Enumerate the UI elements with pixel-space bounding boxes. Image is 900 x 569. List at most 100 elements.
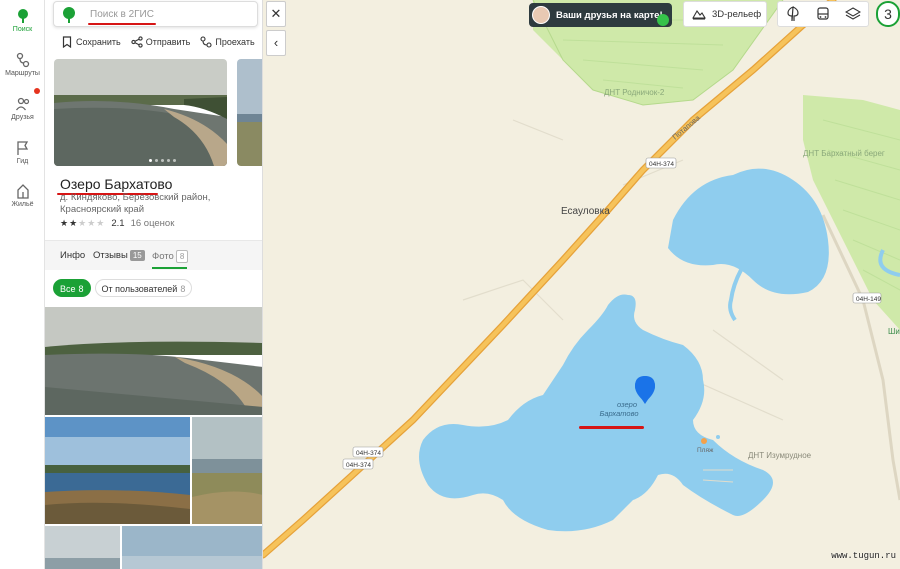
friends-icon bbox=[15, 97, 29, 111]
2gis-logo-icon bbox=[63, 7, 75, 23]
grid-photo-image bbox=[45, 526, 120, 569]
label-dnt-barhat: ДНТ Бархатный берег bbox=[803, 149, 885, 158]
grid-photo-image bbox=[45, 417, 190, 524]
label-shi: Ши bbox=[888, 327, 900, 336]
rail-search[interactable]: Поиск bbox=[0, 8, 45, 33]
chevron-left-icon: ‹ bbox=[273, 35, 279, 50]
label-lake-1: озеро bbox=[617, 400, 637, 409]
tree-layer-button[interactable] bbox=[782, 3, 804, 25]
label-road-04n149: 04Н-149 bbox=[856, 296, 881, 303]
photo-filter-chips: Все 8 От пользователей 8 bbox=[53, 279, 193, 297]
place-address: д. Киндяково, Берёзовский район, Красноя… bbox=[60, 192, 211, 215]
relief-3d-button[interactable]: 3D-рельеф bbox=[683, 1, 767, 27]
tree-icon bbox=[787, 6, 799, 22]
share-button[interactable]: Отправить bbox=[131, 36, 191, 48]
bookmark-icon bbox=[62, 36, 72, 48]
avatar bbox=[532, 6, 550, 24]
chip-all[interactable]: Все 8 bbox=[53, 279, 91, 297]
routes-icon bbox=[16, 52, 29, 68]
photo-grid-item[interactable] bbox=[122, 526, 262, 569]
share-icon bbox=[131, 36, 143, 48]
flag-icon bbox=[16, 141, 28, 155]
relief-label: 3D-рельеф bbox=[712, 8, 762, 20]
map-canvas[interactable]: ДНТ Родничок-2 ДНТ Бархатный берег Есаул… bbox=[263, 0, 900, 569]
photo-grid-item[interactable] bbox=[45, 526, 120, 569]
route-button[interactable]: Проехать bbox=[200, 36, 255, 48]
rating-row: ★★★★★ 2.1 16 оценок bbox=[60, 218, 174, 229]
left-rail: Поиск Маршруты Друзья Гид Жильё bbox=[0, 0, 45, 569]
save-button[interactable]: Сохранить bbox=[61, 36, 121, 48]
chip-all-label: Все bbox=[60, 284, 76, 294]
rail-routes-label: Маршруты bbox=[5, 70, 40, 77]
layers-button[interactable] bbox=[842, 3, 864, 25]
photo-next-image bbox=[237, 59, 262, 166]
rating-stars: ★★★★★ bbox=[60, 218, 106, 228]
photo-grid-item[interactable] bbox=[45, 417, 190, 524]
friends-banner[interactable]: Ваши друзья на карте! bbox=[529, 3, 672, 27]
chip-all-count: 8 bbox=[78, 284, 84, 294]
layers-icon bbox=[845, 7, 861, 20]
rail-friends[interactable]: Друзья bbox=[0, 96, 45, 121]
rail-search-label: Поиск bbox=[12, 26, 33, 33]
rating-value: 2.1 bbox=[111, 218, 125, 229]
tab-reviews-count: 15 bbox=[129, 250, 145, 261]
route-label: Проехать bbox=[215, 37, 255, 47]
tab-reviews[interactable]: Отзывы 15 bbox=[93, 250, 145, 261]
label-dnt-izumrud: ДНТ Изумрудное bbox=[748, 451, 812, 460]
action-bar: Сохранить Отправить Проехать bbox=[61, 36, 255, 48]
rail-housing[interactable]: Жильё bbox=[0, 183, 45, 208]
zoom-level-button[interactable]: 3 bbox=[876, 1, 900, 27]
rail-guide[interactable]: Гид bbox=[0, 140, 45, 165]
chip-users-count: 8 bbox=[180, 284, 186, 294]
home-icon bbox=[16, 184, 29, 199]
share-label: Отправить bbox=[145, 37, 191, 47]
grid-photo-image bbox=[122, 526, 262, 569]
tab-reviews-label: Отзывы bbox=[93, 250, 128, 261]
photo-grid-item[interactable] bbox=[192, 417, 262, 524]
place-photo-next[interactable] bbox=[237, 59, 262, 166]
chip-users-label: От пользователей bbox=[101, 284, 178, 294]
place-photo-main[interactable] bbox=[54, 59, 227, 166]
notification-dot bbox=[34, 88, 40, 94]
tab-bar: Инфо Отзывы 15 Фото 8 bbox=[45, 240, 262, 270]
label-road-04n374-c: 04Н-374 bbox=[346, 462, 371, 469]
map-base: ДНТ Родничок-2 ДНТ Бархатный берег Есаул… bbox=[263, 0, 900, 569]
collapse-panel-button[interactable]: ‹ bbox=[266, 30, 286, 56]
photo-pager-dots bbox=[149, 159, 176, 162]
lake-highlight-underline bbox=[579, 426, 644, 429]
label-lake-2: Бархатово bbox=[599, 409, 638, 418]
close-panel-button[interactable]: ✕ bbox=[266, 1, 286, 27]
bus-icon bbox=[817, 7, 829, 20]
label-dnt-rodnichok: ДНТ Родничок-2 bbox=[604, 88, 665, 97]
watermark: www.tugun.ru bbox=[831, 551, 896, 561]
active-tab-indicator bbox=[152, 267, 187, 269]
grid-photo-image bbox=[192, 417, 262, 524]
tab-photo-count: 8 bbox=[175, 250, 189, 263]
beach-marker bbox=[701, 438, 707, 444]
photo-grid-item[interactable] bbox=[45, 307, 262, 415]
label-road-04n374-b: 04Н-374 bbox=[356, 450, 381, 457]
place-title: Озеро Бархатово bbox=[60, 176, 173, 192]
chip-users[interactable]: От пользователей 8 bbox=[94, 279, 193, 297]
transport-layer-button[interactable] bbox=[812, 3, 834, 25]
tab-photo-label: Фото bbox=[152, 251, 174, 262]
tab-photo[interactable]: Фото 8 bbox=[152, 250, 189, 263]
rail-housing-label: Жильё bbox=[11, 201, 34, 208]
search-input[interactable] bbox=[90, 5, 250, 23]
label-road-04n374-a: 04Н-374 bbox=[649, 161, 674, 168]
route-icon bbox=[200, 36, 212, 48]
label-beach: Пляж bbox=[697, 447, 714, 454]
rail-friends-label: Друзья bbox=[11, 114, 34, 121]
save-label: Сохранить bbox=[76, 37, 121, 47]
search-logo-icon bbox=[17, 9, 28, 23]
lake-photo-image bbox=[54, 59, 227, 166]
friends-banner-text: Ваши друзья на карте! bbox=[556, 9, 663, 21]
close-icon: ✕ bbox=[270, 6, 282, 21]
place-panel: Сохранить Отправить Проехать Озеро Барха… bbox=[45, 0, 263, 569]
label-esaulovka: Есауловка bbox=[561, 206, 610, 217]
map-layer-controls bbox=[777, 1, 869, 27]
tab-info-label: Инфо bbox=[60, 250, 86, 261]
tab-info[interactable]: Инфо bbox=[60, 250, 85, 261]
rail-routes[interactable]: Маршруты bbox=[0, 52, 45, 77]
rating-count[interactable]: 16 оценок bbox=[131, 218, 175, 229]
